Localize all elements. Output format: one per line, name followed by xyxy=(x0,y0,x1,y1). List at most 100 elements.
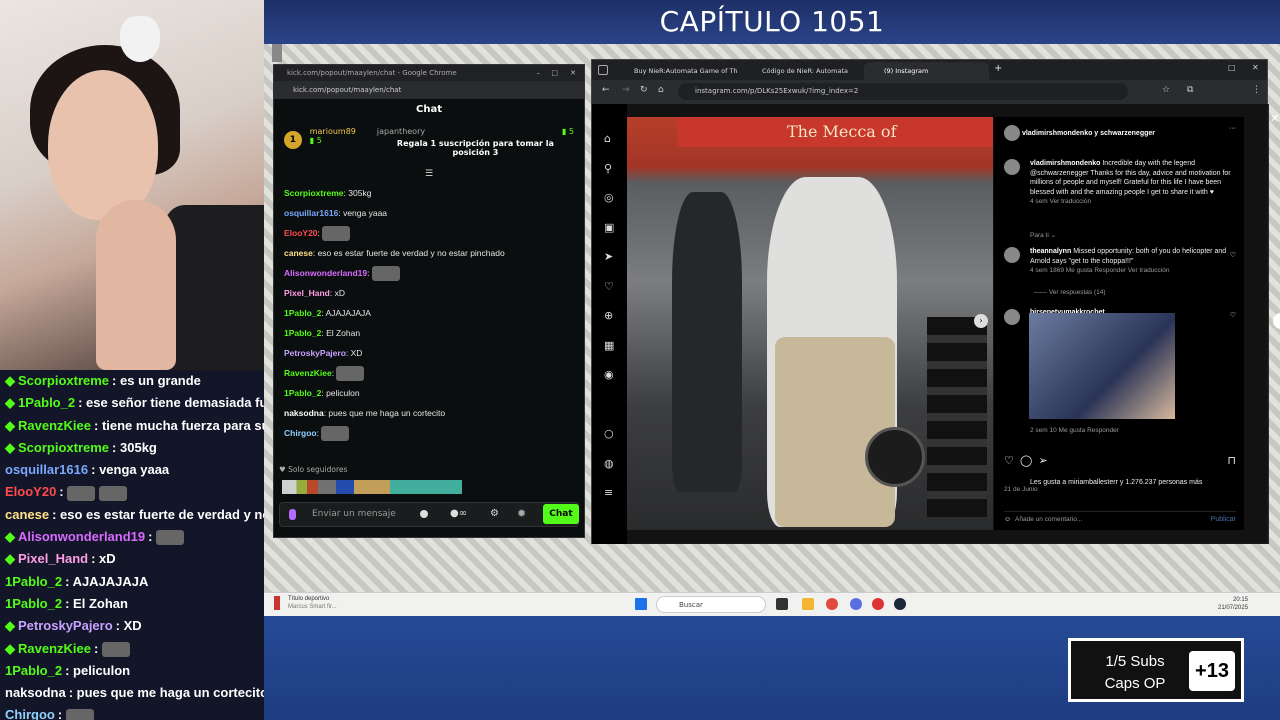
like-icon[interactable]: ♡ xyxy=(1230,251,1236,261)
widget-title: Título deportivo xyxy=(288,596,330,602)
kick-message-list: Scorpioxtreme: 305kg osquillar1616: venga… xyxy=(274,183,584,443)
emoji-icon[interactable] xyxy=(420,510,428,518)
steam-icon[interactable] xyxy=(894,598,906,610)
chat-username[interactable]: Pixel_Hand xyxy=(284,288,330,298)
gear-icon[interactable]: ✹ xyxy=(517,507,526,520)
overlay-chat: ◆ Scorpioxtreme: es un grande ◆ 1Pablo_2: e… xyxy=(0,370,264,720)
post-photo[interactable]: The Mecca of › xyxy=(627,117,993,530)
more-options-icon[interactable]: ··· xyxy=(1229,125,1236,132)
chat-username[interactable]: 1Pablo_2 xyxy=(284,308,321,318)
clock[interactable]: 20:15 21/07/2025 xyxy=(1218,596,1248,612)
sort-for-you[interactable]: Para ti ⌄ xyxy=(1030,231,1262,239)
minimize-icon[interactable]: – xyxy=(537,65,541,81)
chat-username: canese xyxy=(5,506,50,522)
overlay-chat-line: ◆ Pixel_Hand: xD xyxy=(5,551,116,567)
comment-icon[interactable]: ◯ xyxy=(1020,455,1032,467)
comment-meta: 2 sem 10 Me gusta Responder xyxy=(1030,427,1119,434)
instagram-sidebar: ⌂ ⚲ ◎ ▣ ➤ ♡ ⊕ ▦ ◉ ○ ◍ ≡ xyxy=(592,104,627,544)
avatar[interactable] xyxy=(1004,247,1020,263)
chrome-icon[interactable] xyxy=(826,598,838,610)
folder-icon[interactable] xyxy=(802,598,814,610)
chat-username[interactable]: 1Pablo_2 xyxy=(284,388,321,398)
save-icon[interactable]: ⊓ xyxy=(1227,454,1236,467)
chat-username[interactable]: naksodna xyxy=(284,408,324,418)
chat-username[interactable]: osquillar1616 xyxy=(284,208,338,218)
overlay-chat-line: osquillar1616: venga yaaa xyxy=(5,462,170,478)
like-icon[interactable]: ♡ xyxy=(1230,311,1236,319)
dumbbell xyxy=(865,427,925,487)
chat-username[interactable]: canese xyxy=(284,248,313,258)
desktop-icon[interactable] xyxy=(272,44,282,62)
avatar[interactable] xyxy=(1004,309,1020,325)
emoji-icon[interactable]: ☺ xyxy=(1004,516,1011,523)
home-icon[interactable]: ⌂ xyxy=(658,85,664,95)
emote-bar[interactable] xyxy=(282,480,462,494)
chat-username[interactable]: RavenzKiee xyxy=(284,368,332,378)
chat-username: 1Pablo_2 xyxy=(5,573,63,589)
add-comment-input[interactable]: Añade un comentario... xyxy=(1015,516,1082,523)
chat-username: osquillar1616 xyxy=(5,462,89,478)
back-icon[interactable]: ← xyxy=(602,85,610,95)
chat-message: El Zohan xyxy=(73,595,128,611)
chat-username: 1Pablo_2 xyxy=(18,395,76,411)
view-replies[interactable]: —— Ver respuestas (14) xyxy=(1034,289,1266,296)
post-actions: ♡ ◯ ➢ ⊓ xyxy=(1004,454,1236,467)
tab-search-icon[interactable] xyxy=(598,65,608,75)
subscriber-badge-icon: ◆ xyxy=(5,417,15,433)
overlay-chat-line: Chirgoo: xyxy=(0,704,264,720)
chat-username[interactable]: PetroskyPajero xyxy=(284,348,346,358)
chat-username[interactable]: Scorpioxtreme xyxy=(284,188,344,198)
chat-username[interactable]: ElooY20 xyxy=(284,228,318,238)
avatar[interactable] xyxy=(1004,125,1020,141)
menu-icon[interactable]: ⋮ xyxy=(1252,85,1261,95)
widget-news[interactable]: Título deportivo Marcus Smart fir... xyxy=(288,595,337,611)
post-header: vladimirshmondenko y schwarzenegger ··· xyxy=(1004,125,1236,141)
chat-username[interactable]: 1Pablo_2 xyxy=(284,328,321,338)
chat-emote xyxy=(65,708,94,720)
start-icon[interactable] xyxy=(635,598,647,610)
mic-icon[interactable] xyxy=(289,509,296,520)
instagram-nav-icons[interactable]: ⌂ ⚲ ◎ ▣ ➤ ♡ ⊕ ▦ ◉ ○ ◍ ≡ xyxy=(592,104,627,508)
maximize-icon[interactable]: □ xyxy=(551,65,558,81)
new-tab-icon[interactable]: + xyxy=(994,63,1002,74)
chat-username[interactable]: Alisonwonderland19 xyxy=(284,268,367,278)
collapse-icon[interactable]: ☰ xyxy=(274,169,584,183)
close-icon[interactable]: ✕ xyxy=(570,65,576,81)
maximize-icon[interactable]: □ xyxy=(1228,63,1236,72)
tab-instagram[interactable]: (9) Instagram xyxy=(864,62,989,80)
discord-icon[interactable] xyxy=(850,598,862,610)
chat-username[interactable]: Chirgoo xyxy=(284,428,317,438)
reload-icon[interactable]: ↻ xyxy=(640,85,648,95)
caption-user[interactable]: vladimirshmondenko xyxy=(1030,160,1100,167)
taskbar-search[interactable]: Buscar xyxy=(656,596,766,613)
extensions-icon[interactable]: ⧉ xyxy=(1187,85,1193,95)
publish-button[interactable]: Publicar xyxy=(1211,516,1236,523)
tab-nier-buy[interactable]: Buy NieR:Automata Game of Th xyxy=(614,62,739,80)
app-icon[interactable] xyxy=(872,598,884,610)
bookmark-star-icon[interactable]: ☆ xyxy=(1162,85,1170,95)
points-icon[interactable]: ●∞ xyxy=(450,508,467,519)
comment-image[interactable] xyxy=(1029,313,1175,419)
kick-url-bar[interactable]: kick.com/popout/maaylen/chat xyxy=(274,81,584,99)
forward-icon[interactable]: → xyxy=(622,85,630,95)
close-modal-icon[interactable]: ✕ xyxy=(1270,112,1280,125)
taskview-icon[interactable] xyxy=(776,598,788,610)
comment-user[interactable]: theannalynn xyxy=(1030,248,1071,255)
url-field[interactable]: instagram.com/p/DLKs25Exwuk/?img_index=2 xyxy=(678,83,1128,100)
chat-emote xyxy=(156,530,185,546)
rank-badge: 1 xyxy=(284,131,302,149)
chat-emote xyxy=(101,641,130,657)
send-chat-button[interactable]: Chat xyxy=(543,504,579,524)
close-icon[interactable]: ✕ xyxy=(1252,63,1259,72)
heart-icon[interactable]: ♡ xyxy=(1004,455,1014,467)
message-input[interactable]: Enviar un mensaje xyxy=(279,502,579,527)
pinned-leaderboard: 1 marioum89 ▮ 5 japantheory ▮ 5 Regala 1 … xyxy=(274,121,584,169)
post-authors[interactable]: vladimirshmondenko y schwarzenegger xyxy=(1022,130,1155,137)
chat-message: 305kg xyxy=(120,439,157,455)
likes-line[interactable]: Les gusta a miriamballesterr y 1.276.237… xyxy=(1004,479,1236,493)
share-icon[interactable]: ➢ xyxy=(1038,455,1047,467)
carousel-next-icon[interactable]: › xyxy=(974,314,988,328)
avatar[interactable] xyxy=(1004,159,1020,175)
tab-nier-code[interactable]: Código de NieR: Automata (Ga xyxy=(742,62,860,93)
settings-icon[interactable]: ⚙ xyxy=(490,508,499,519)
